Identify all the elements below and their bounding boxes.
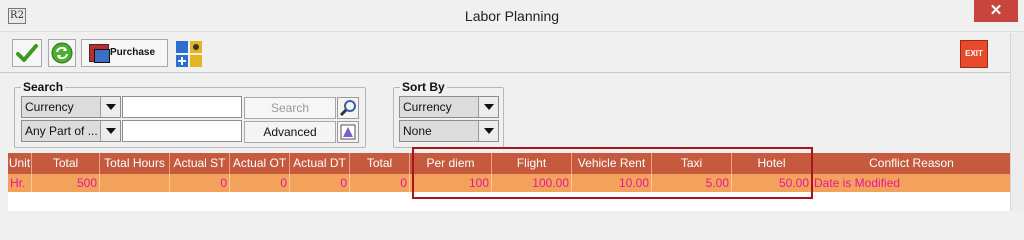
window-title: Labor Planning xyxy=(464,8,560,24)
search-text-input[interactable] xyxy=(122,96,242,118)
table-cell[interactable]: 0 xyxy=(290,174,350,192)
dropdown-arrow-icon xyxy=(478,121,498,141)
purchase-icon xyxy=(89,44,110,63)
refresh-icon xyxy=(51,42,73,64)
magnifier-icon xyxy=(339,100,356,117)
sort-legend: Sort By xyxy=(400,80,447,94)
advanced-button[interactable]: Advanced xyxy=(244,121,336,143)
search-field-value: Currency xyxy=(25,100,74,114)
column-header-actual-st[interactable]: Actual ST xyxy=(170,153,230,174)
table-cell[interactable]: 0 xyxy=(350,174,410,192)
column-header-unit[interactable]: Unit xyxy=(8,153,32,174)
column-header-total[interactable]: Total xyxy=(32,153,100,174)
refresh-button[interactable] xyxy=(48,39,76,67)
table-cell[interactable]: 0 xyxy=(230,174,290,192)
sort-primary-select[interactable]: Currency xyxy=(399,96,499,118)
exit-icon: EXIT xyxy=(965,49,983,58)
sort-secondary-select[interactable]: None xyxy=(399,120,499,142)
column-header-total-hours[interactable]: Total Hours xyxy=(100,153,170,174)
table-cell[interactable]: Date is Modified xyxy=(812,174,1012,192)
column-header-actual-dt[interactable]: Actual DT xyxy=(290,153,350,174)
advanced-filter-button[interactable] xyxy=(337,121,359,143)
table-cell[interactable] xyxy=(100,174,170,192)
search-magnifier-button[interactable] xyxy=(337,97,359,119)
dropdown-arrow-icon xyxy=(100,121,120,141)
travel-expense-icon[interactable] xyxy=(175,40,203,68)
column-header-actual-ot[interactable]: Actual OT xyxy=(230,153,290,174)
vertical-scrollbar[interactable] xyxy=(1010,33,1024,211)
search-button[interactable]: Search xyxy=(244,97,336,119)
search-field-select[interactable]: Currency xyxy=(21,96,121,118)
search-match-value: Any Part of ... xyxy=(25,124,98,138)
purchase-button[interactable]: Purchase xyxy=(81,39,168,67)
column-header-conflict-reason[interactable]: Conflict Reason xyxy=(812,153,1012,174)
sort-secondary-value: None xyxy=(403,124,432,138)
table-cell[interactable]: 0 xyxy=(170,174,230,192)
dropdown-arrow-icon xyxy=(100,97,120,117)
advanced-filter-icon xyxy=(340,124,356,140)
checkmark-icon xyxy=(16,44,38,62)
column-header-total-2[interactable]: Total xyxy=(350,153,410,174)
title-bar: R2 Labor Planning ✕ xyxy=(0,0,1024,32)
table-cell[interactable]: 500 xyxy=(32,174,100,192)
search-match-select[interactable]: Any Part of ... xyxy=(21,120,121,142)
close-window-button[interactable]: ✕ xyxy=(974,0,1018,22)
confirm-button[interactable] xyxy=(12,39,42,67)
search-legend: Search xyxy=(21,80,66,94)
dropdown-arrow-icon xyxy=(478,97,498,117)
exit-button[interactable]: EXIT xyxy=(960,40,988,68)
search-text-input-2[interactable] xyxy=(122,120,242,142)
table-cell[interactable]: Hr. xyxy=(8,174,32,192)
purchase-label: Purchase xyxy=(110,47,156,58)
sort-primary-value: Currency xyxy=(403,100,452,114)
highlight-frame xyxy=(412,147,813,199)
